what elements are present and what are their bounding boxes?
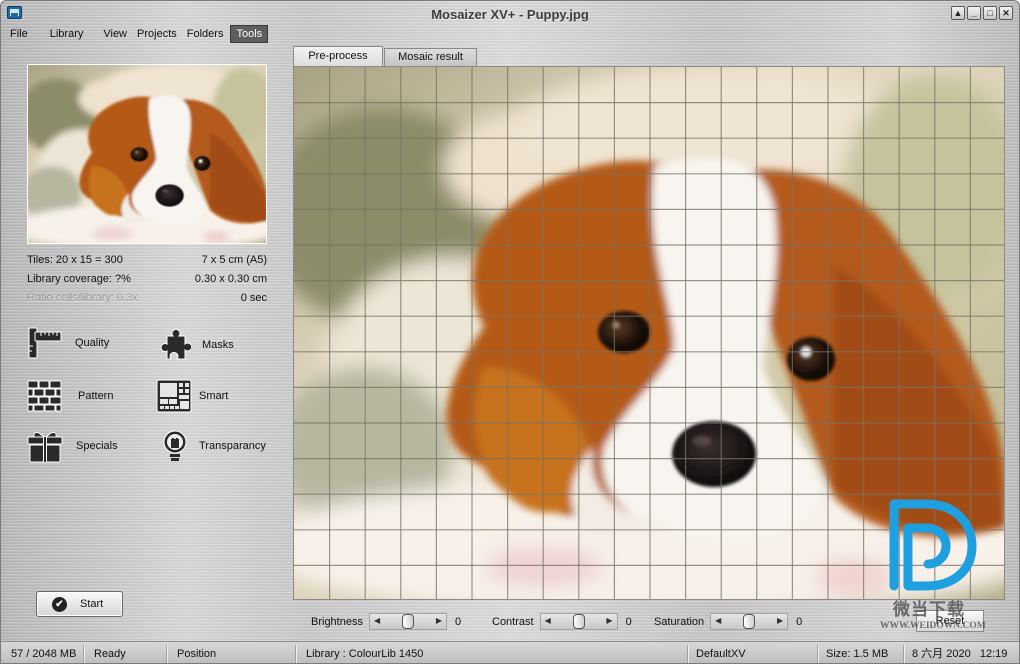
tool-transparancy-label: Transparancy <box>199 440 266 452</box>
start-button[interactable]: ✔ Start <box>36 591 123 617</box>
saturation-slider[interactable]: ◀ ▶ <box>710 613 789 630</box>
brightness-label: Brightness <box>311 615 363 628</box>
brick-icon <box>27 379 63 413</box>
cell-size: 0.30 x 0.30 cm <box>194 273 267 285</box>
checkmark-icon: ✔ <box>52 596 67 612</box>
status-library: Library : ColourLib 1450 <box>296 644 688 663</box>
info-row-tiles: Tiles: 20 x 15 = 300 7 x 5 cm (A5) <box>27 254 267 266</box>
contrast-slider[interactable]: ◀ ▶ <box>539 613 618 630</box>
saturation-label: Saturation <box>654 615 705 628</box>
tool-pattern-label: Pattern <box>78 390 114 402</box>
status-state: Ready <box>84 644 167 663</box>
status-position: Position <box>167 644 296 663</box>
status-datetime: 8 六月 2020 12:19 <box>904 645 1016 663</box>
status-filesize: Size: 1.5 MB <box>818 644 904 663</box>
arrow-left-icon[interactable]: ◀ <box>374 616 380 625</box>
arrow-left-icon[interactable]: ◀ <box>545 616 551 625</box>
status-memory: 57 / 2048 MB <box>1 644 84 663</box>
watermark-text: 微当下载 <box>893 600 965 620</box>
status-date: 8 六月 2020 <box>912 647 971 660</box>
menu-library[interactable]: Library <box>45 26 89 42</box>
brightness-value: 0 <box>454 615 462 628</box>
menu-bar: File Library View Projects Folders Tools <box>5 25 274 43</box>
info-row-coverage: Library coverage: ?% 0.30 x 0.30 cm <box>27 273 267 285</box>
tool-transparancy[interactable]: Transparancy <box>159 429 266 463</box>
status-time: 12:19 <box>979 647 1008 660</box>
right-edge-strip <box>1005 63 1019 603</box>
minimize-button[interactable]: _ <box>967 6 981 20</box>
elapsed-time: 0 sec <box>240 292 267 304</box>
status-profile: DefaultXV <box>688 644 818 663</box>
slider-thumb[interactable] <box>743 614 756 629</box>
gift-icon <box>27 429 63 463</box>
tool-quality[interactable]: Quality <box>27 326 109 360</box>
tool-smart[interactable]: Smart <box>156 379 228 413</box>
brightness-slider[interactable]: ◀ ▶ <box>368 613 447 630</box>
tiles-count: Tiles: 20 x 15 = 300 <box>27 254 123 266</box>
app-window: Mosaizer XV+ - Puppy.jpg ▲ _ □ ✕ File Li… <box>0 0 1020 664</box>
arrow-right-icon[interactable]: ▶ <box>777 616 783 625</box>
puppy-thumbnail-image <box>28 65 267 244</box>
slider-thumb[interactable] <box>401 614 414 629</box>
window-controls: ▲ _ □ ✕ <box>951 6 1013 20</box>
puppy-preview-image <box>294 67 1004 599</box>
menu-file[interactable]: File <box>5 26 33 42</box>
tool-specials[interactable]: Specials <box>27 429 118 463</box>
preview-canvas[interactable] <box>293 66 1005 600</box>
window-title: Mosaizer XV+ - Puppy.jpg <box>431 7 589 22</box>
arrow-right-icon[interactable]: ▶ <box>606 616 612 625</box>
tool-masks-label: Masks <box>202 339 234 351</box>
start-button-label: Start <box>80 598 104 610</box>
menu-tools[interactable]: Tools <box>230 25 269 43</box>
tab-pre-process[interactable]: Pre-process <box>293 46 383 67</box>
ratio-cells-library: Ratio cells/library: 0.3x <box>27 292 138 304</box>
saturation-control: Saturation ◀ ▶ 0 <box>654 613 802 630</box>
tool-pattern[interactable]: Pattern <box>27 379 113 413</box>
menu-view[interactable]: View <box>98 26 132 42</box>
maximize-button[interactable]: □ <box>983 6 997 20</box>
tool-specials-label: Specials <box>76 440 118 452</box>
info-row-ratio: Ratio cells/library: 0.3x 0 sec <box>27 292 267 304</box>
arrow-right-icon[interactable]: ▶ <box>436 616 442 625</box>
status-bar: 57 / 2048 MB Ready Position Library : Co… <box>1 641 1019 663</box>
contrast-control: Contrast ◀ ▶ 0 <box>492 613 632 630</box>
close-button[interactable]: ✕ <box>999 6 1013 20</box>
source-thumbnail <box>27 64 267 244</box>
tool-masks[interactable]: Masks <box>155 328 234 362</box>
arrow-left-icon[interactable]: ◀ <box>715 616 721 625</box>
contrast-label: Contrast <box>492 615 534 628</box>
rollup-button[interactable]: ▲ <box>951 6 965 20</box>
brightness-control: Brightness ◀ ▶ 0 <box>311 613 461 630</box>
tool-smart-label: Smart <box>199 390 229 402</box>
lightbulb-icon <box>159 429 195 463</box>
menu-folders[interactable]: Folders <box>182 26 229 42</box>
puzzle-icon <box>155 328 193 362</box>
library-coverage: Library coverage: ?% <box>27 273 131 285</box>
saturation-value: 0 <box>796 615 803 628</box>
menu-projects[interactable]: Projects <box>132 26 182 42</box>
tab-mosaic-result[interactable]: Mosaic result <box>384 48 477 67</box>
grid-layout-icon <box>156 379 192 413</box>
ruler-icon <box>27 326 63 360</box>
tool-quality-label: Quality <box>75 337 110 349</box>
watermark-url: WWW.WEIDOWN.COM <box>880 621 986 631</box>
contrast-value: 0 <box>625 615 632 628</box>
print-size: 7 x 5 cm (A5) <box>201 254 267 266</box>
slider-thumb[interactable] <box>572 614 585 629</box>
